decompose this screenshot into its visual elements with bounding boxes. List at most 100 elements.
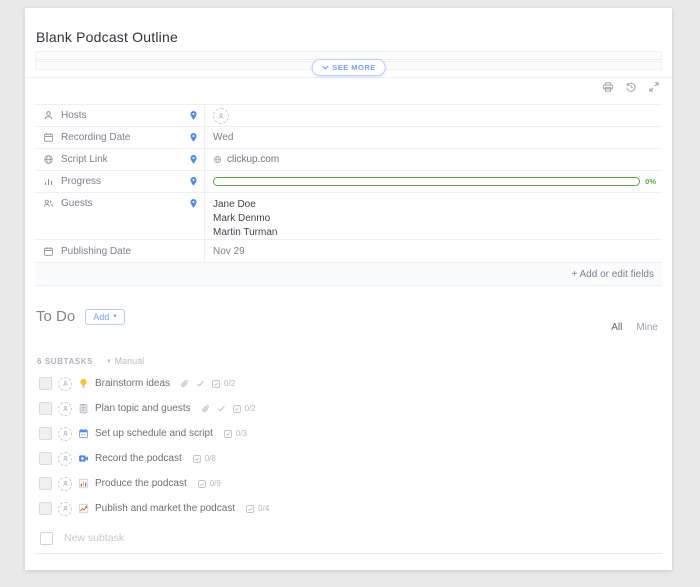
- field-value-recording-date[interactable]: Wed: [205, 127, 662, 148]
- checklist-icon: [192, 454, 202, 464]
- subtask-row[interactable]: Plan topic and guests 0/2: [37, 396, 660, 421]
- subtask-name[interactable]: Produce the podcast: [95, 478, 187, 489]
- pin-icon[interactable]: [189, 154, 198, 165]
- filter-all[interactable]: All: [611, 322, 622, 333]
- bulb-emoji-icon: [78, 378, 89, 389]
- globe-icon: [43, 154, 54, 165]
- pin-icon[interactable]: [189, 198, 198, 209]
- attachment-icon: [201, 404, 211, 414]
- guest-name: Mark Denmo: [213, 212, 270, 226]
- video-camera-emoji-icon: [78, 453, 89, 464]
- see-more-button[interactable]: SEE MORE: [311, 59, 386, 76]
- field-label-cell: Hosts: [35, 105, 205, 126]
- subtask-filters: All Mine: [611, 322, 658, 333]
- checklist-badge: 0/2: [232, 404, 256, 414]
- pin-icon[interactable]: [189, 132, 198, 143]
- subtask-list: Brainstorm ideas 0/2: [37, 371, 660, 521]
- filter-mine[interactable]: Mine: [636, 322, 658, 333]
- field-label: Hosts: [61, 110, 87, 121]
- field-label-cell: Recording Date: [35, 127, 205, 148]
- bar-chart-emoji-icon: [78, 478, 89, 489]
- subtask-checkbox[interactable]: [39, 427, 52, 440]
- field-label-cell: Guests: [35, 193, 205, 239]
- subtask-name[interactable]: Brainstorm ideas: [95, 378, 170, 389]
- field-label: Guests: [61, 198, 93, 209]
- expand-icon[interactable]: [648, 81, 660, 93]
- sort-triangle-icon: ▾: [107, 358, 111, 365]
- assignee-avatar[interactable]: [58, 377, 72, 391]
- subtask-checkbox[interactable]: [39, 452, 52, 465]
- add-button-label: Add: [93, 312, 109, 322]
- todo-header: To Do Add ▾: [36, 308, 125, 325]
- subtask-row[interactable]: Set up schedule and script 0/3: [37, 421, 660, 446]
- assignee-avatar[interactable]: [58, 402, 72, 416]
- task-card: Blank Podcast Outline SEE MORE Hosts: [25, 8, 672, 570]
- subtask-checkbox[interactable]: [39, 402, 52, 415]
- subtask-row[interactable]: Produce the podcast 0/9: [37, 471, 660, 496]
- subtask-name[interactable]: Publish and market the podcast: [95, 503, 235, 514]
- new-subtask-input[interactable]: [62, 531, 662, 545]
- add-subtask-button[interactable]: Add ▾: [85, 309, 125, 325]
- custom-fields-table: Hosts Recording Date: [35, 104, 662, 286]
- subtask-name[interactable]: Set up schedule and script: [95, 428, 213, 439]
- field-label: Progress: [61, 176, 101, 187]
- subtask-name[interactable]: Record the podcast: [95, 453, 182, 464]
- trend-chart-emoji-icon: [78, 503, 89, 514]
- add-or-edit-fields-link[interactable]: + Add or edit fields: [571, 269, 654, 280]
- checklist-count: 0/4: [258, 504, 269, 513]
- guest-name: Jane Doe: [213, 198, 256, 212]
- subtask-checkbox[interactable]: [39, 377, 52, 390]
- assignee-avatar[interactable]: [58, 452, 72, 466]
- pin-icon[interactable]: [189, 110, 198, 121]
- print-icon[interactable]: [602, 81, 614, 93]
- toolbar: [602, 81, 660, 93]
- subtask-name[interactable]: Plan topic and guests: [95, 403, 191, 414]
- chevron-down-icon: ▾: [113, 313, 117, 320]
- field-label-cell: Publishing Date: [35, 240, 205, 262]
- sort-label: Manual: [115, 356, 145, 366]
- new-subtask-checkbox-icon: [40, 532, 53, 545]
- clipboard-emoji-icon: [78, 403, 89, 414]
- subtask-count: 6 SUBTASKS: [37, 357, 93, 366]
- script-link-url[interactable]: clickup.com: [227, 154, 279, 165]
- subtask-row[interactable]: Record the podcast 0/8: [37, 446, 660, 471]
- fields-footer: + Add or edit fields: [35, 262, 662, 286]
- field-row-guests: Guests Jane Doe Mark Denmo Martin Turman: [35, 192, 662, 239]
- calendar-icon: [43, 132, 54, 143]
- chevron-down-icon: [321, 65, 328, 70]
- subtask-indicators: 0/8: [192, 454, 216, 464]
- todo-section-title: To Do: [36, 308, 75, 325]
- user-icon: [43, 110, 54, 121]
- field-value-guests[interactable]: Jane Doe Mark Denmo Martin Turman: [205, 193, 662, 239]
- checklist-badge: 0/3: [223, 429, 247, 439]
- subtask-row[interactable]: Brainstorm ideas 0/2: [37, 371, 660, 396]
- calendar-icon: [43, 246, 54, 257]
- checklist-icon: [211, 379, 221, 389]
- assignee-avatar[interactable]: [58, 502, 72, 516]
- subtasks-header: 6 SUBTASKS ▾ Manual: [37, 356, 144, 366]
- sort-dropdown[interactable]: ▾ Manual: [107, 356, 144, 366]
- field-label-cell: Script Link: [35, 149, 205, 170]
- assignee-avatar[interactable]: [58, 427, 72, 441]
- field-value-hosts[interactable]: [205, 105, 662, 126]
- checklist-count: 0/2: [245, 404, 256, 413]
- header-divider: [25, 77, 672, 78]
- history-icon[interactable]: [625, 81, 637, 93]
- subtask-indicators: 0/2: [201, 404, 256, 414]
- link-globe-icon: [213, 155, 222, 164]
- field-row-recording-date: Recording Date Wed: [35, 126, 662, 148]
- page-title: Blank Podcast Outline: [36, 29, 178, 45]
- assignee-avatar[interactable]: [58, 477, 72, 491]
- pin-icon[interactable]: [189, 176, 198, 187]
- checklist-count: 0/2: [224, 379, 235, 388]
- subtask-checkbox[interactable]: [39, 477, 52, 490]
- checklist-count: 0/3: [236, 429, 247, 438]
- checklist-count: 0/8: [205, 454, 216, 463]
- bar-chart-icon: [43, 176, 54, 187]
- field-value-publishing-date[interactable]: Nov 29: [205, 240, 662, 262]
- subtask-row[interactable]: Publish and market the podcast 0/4: [37, 496, 660, 521]
- assignee-avatar[interactable]: [213, 108, 229, 124]
- field-value-script-link[interactable]: clickup.com: [205, 149, 662, 170]
- subtask-checkbox[interactable]: [39, 502, 52, 515]
- checklist-badge: 0/9: [197, 479, 221, 489]
